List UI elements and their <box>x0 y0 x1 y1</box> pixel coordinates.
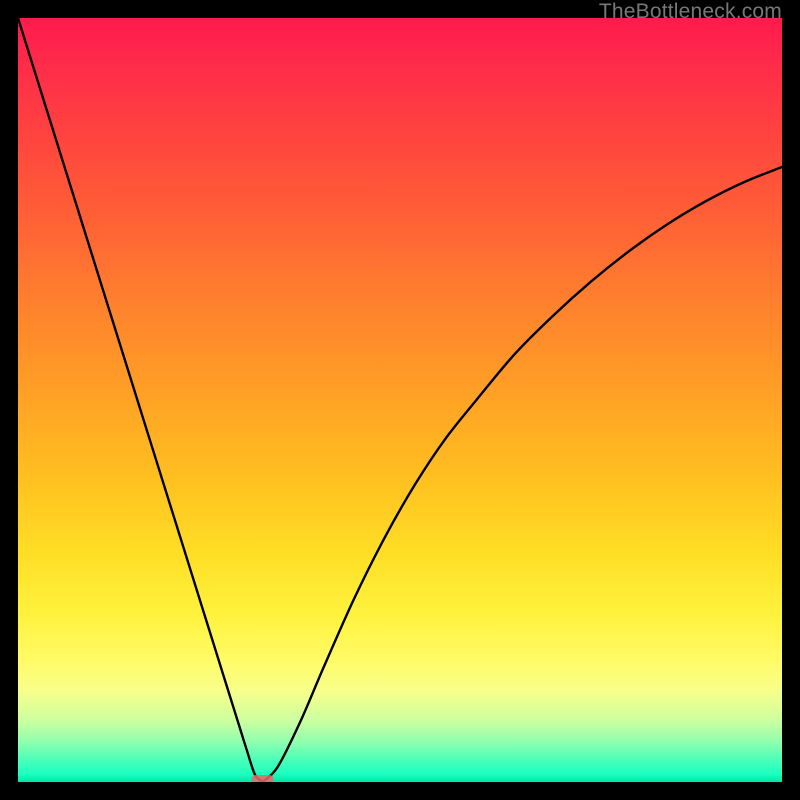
chart-container: TheBottleneck.com <box>0 0 800 800</box>
bottleneck-curve <box>18 18 782 782</box>
plot-area <box>18 18 782 782</box>
attribution-text: TheBottleneck.com <box>599 0 782 24</box>
minimum-marker <box>251 775 273 782</box>
curve-layer <box>18 18 782 782</box>
